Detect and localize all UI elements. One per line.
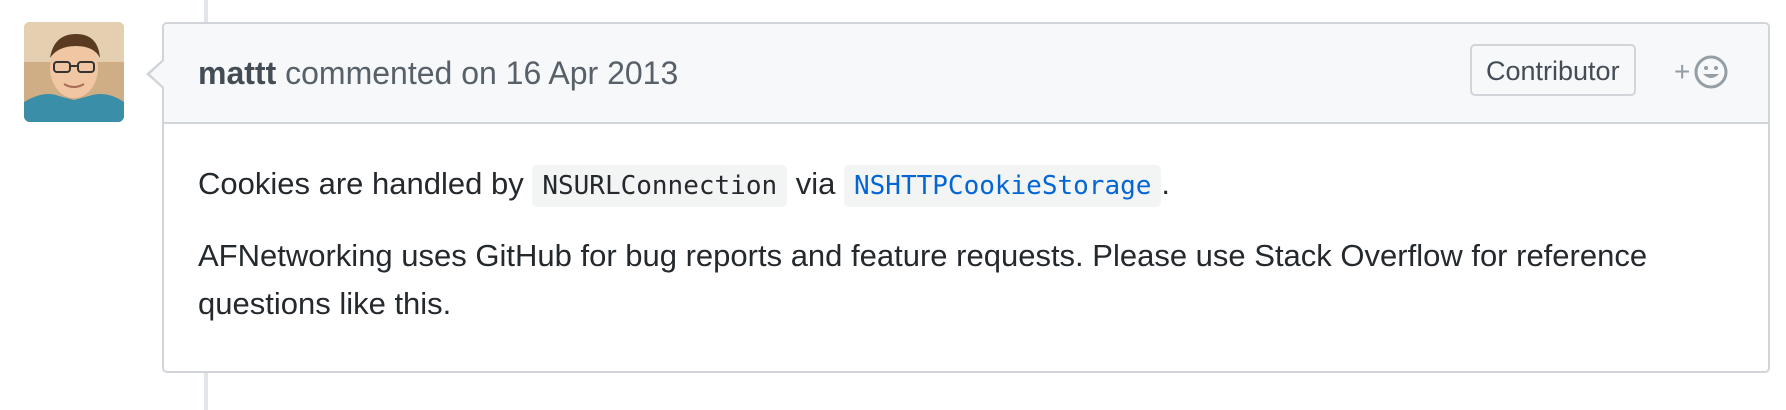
smiley-icon — [1694, 55, 1728, 89]
author-link[interactable]: mattt — [198, 55, 276, 91]
comment-paragraph-1: Cookies are handled by NSURLConnection v… — [198, 160, 1734, 210]
avatar-image — [24, 22, 124, 122]
comment-action: commented on — [285, 55, 506, 91]
text-segment: . — [1161, 166, 1171, 201]
comment-box: mattt commented on 16 Apr 2013 Contribut… — [146, 22, 1770, 373]
comment-paragraph-2: AFNetworking uses GitHub for bug reports… — [198, 238, 1648, 321]
comment-meta: mattt commented on 16 Apr 2013 — [198, 55, 678, 92]
link-nshttpcookiestorage[interactable]: NSHTTPCookieStorage — [844, 165, 1162, 207]
contributor-badge: Contributor — [1470, 44, 1636, 96]
code-nsurlconnection: NSURLConnection — [532, 165, 788, 207]
reaction-plus: + — [1674, 56, 1691, 87]
comment-body: Cookies are handled by NSURLConnection v… — [164, 124, 1768, 328]
text-segment: Cookies are handled by — [198, 166, 533, 201]
comment-action-text: commented on — [285, 55, 497, 91]
text-segment: via — [787, 166, 844, 201]
comment-header: mattt commented on 16 Apr 2013 Contribut… — [146, 24, 1768, 124]
add-reaction-button[interactable]: + — [1674, 52, 1728, 92]
comment-date[interactable]: 16 Apr 2013 — [506, 55, 679, 91]
avatar[interactable] — [24, 22, 124, 122]
comment-arrow-inner — [150, 60, 165, 88]
code-nshttpcookiestorage: NSHTTPCookieStorage — [844, 165, 1162, 207]
